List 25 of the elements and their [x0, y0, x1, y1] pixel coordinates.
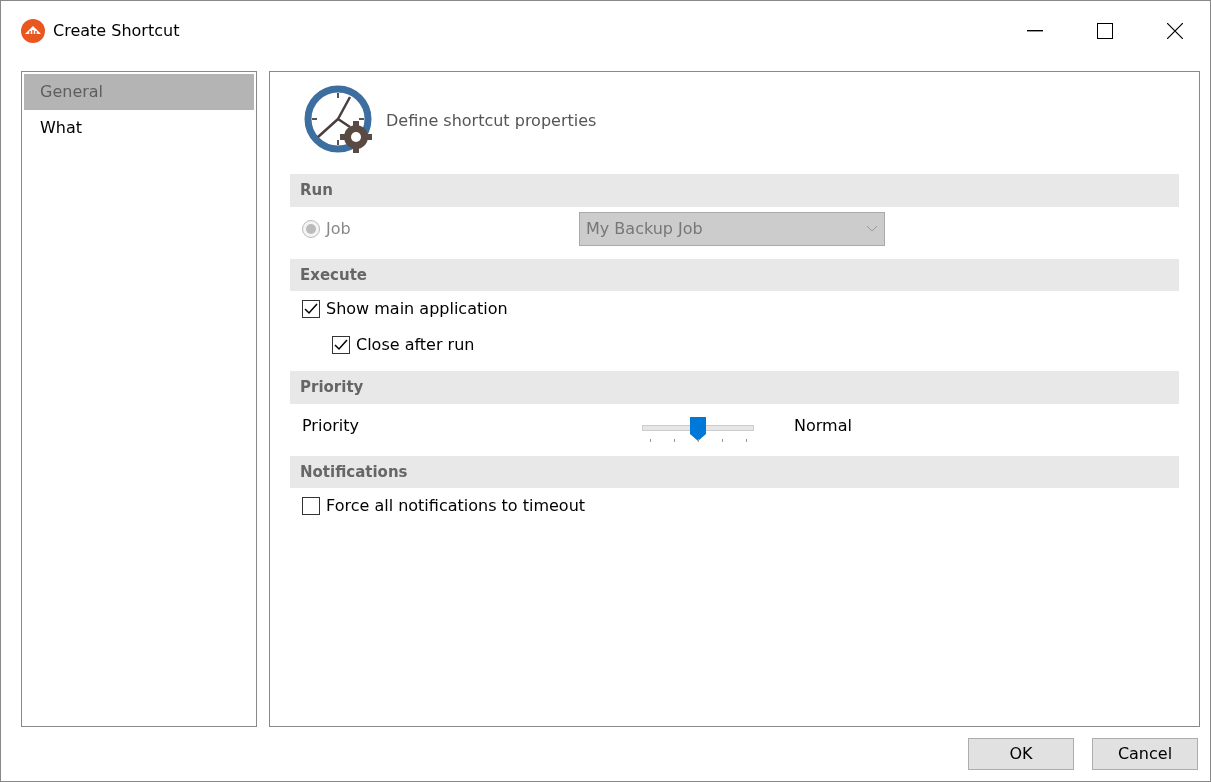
slider-value: Normal — [794, 414, 852, 437]
slider-thumb[interactable] — [690, 416, 706, 441]
radio-label: Job — [326, 217, 351, 240]
app-logo-icon — [21, 19, 45, 43]
checkbox[interactable] — [332, 336, 350, 354]
checkbox-label: Force all notifications to timeout — [326, 495, 586, 517]
checkbox[interactable] — [302, 497, 320, 515]
chevron-down-icon — [866, 224, 878, 233]
priority-slider[interactable] — [642, 416, 754, 443]
header-text: Define shortcut properties — [386, 110, 597, 132]
section-header: Run — [290, 174, 1179, 207]
minimize-icon — [1027, 30, 1043, 32]
cancel-button[interactable]: Cancel — [1092, 738, 1198, 770]
close-icon — [1167, 23, 1183, 39]
section-header: Execute — [290, 258, 1179, 291]
checkbox-label: Close after run — [356, 334, 475, 356]
checkbox[interactable] — [302, 300, 320, 318]
ok-button[interactable]: OK — [968, 738, 1074, 770]
maximize-icon — [1097, 23, 1113, 39]
sidebar-item[interactable]: What — [24, 110, 254, 146]
slider-label: Priority — [302, 414, 360, 437]
section-header: Priority — [290, 371, 1179, 404]
section-header: Notifications — [290, 455, 1179, 488]
window-title: Create Shortcut — [53, 20, 181, 42]
checkbox-label: Show main application — [326, 298, 508, 320]
